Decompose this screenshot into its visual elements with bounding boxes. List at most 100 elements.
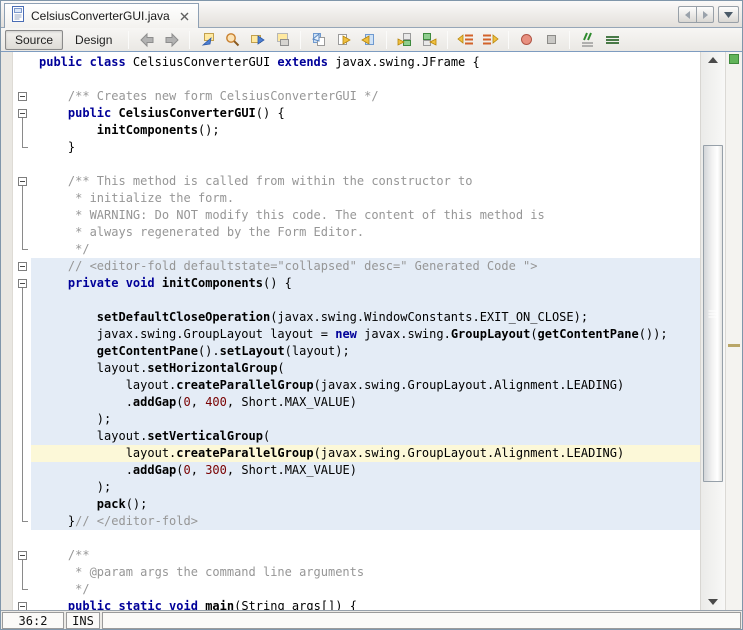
- find-selection-button[interactable]: [221, 29, 244, 50]
- code-token: new: [335, 327, 357, 341]
- code-line[interactable]: layout.setHorizontalGroup(: [31, 360, 700, 377]
- code-line[interactable]: [31, 71, 700, 88]
- comment-button[interactable]: [576, 29, 599, 50]
- code-line[interactable]: layout.createParallelGroup(javax.swing.G…: [31, 445, 700, 462]
- tab-scroll-right-button[interactable]: [696, 6, 714, 23]
- code-line[interactable]: pack();: [31, 496, 700, 513]
- code-line[interactable]: .addGap(0, 300, Short.MAX_VALUE): [31, 462, 700, 479]
- fold-collapse-box[interactable]: [18, 109, 27, 118]
- code-line[interactable]: );: [31, 411, 700, 428]
- scroll-down-button[interactable]: [701, 596, 725, 608]
- code-token: 0: [183, 463, 191, 477]
- vertical-scrollbar[interactable]: [700, 52, 725, 610]
- code-token: javax.swing.JFrame {: [328, 55, 480, 69]
- close-icon[interactable]: [180, 12, 189, 21]
- toolbar-separator: [508, 30, 510, 49]
- code-token: // <editor-fold defaultstate="collapsed"…: [39, 259, 538, 273]
- back-button[interactable]: [135, 29, 158, 50]
- code-editor[interactable]: public class CelsiusConverterGUI extends…: [31, 52, 700, 610]
- code-token: initComponents: [96, 123, 198, 137]
- tab-scroll-left-button[interactable]: [678, 6, 696, 23]
- previous-usage-button[interactable]: [418, 29, 441, 50]
- code-line[interactable]: initComponents();: [31, 122, 700, 139]
- glyph-gutter: [1, 52, 13, 610]
- code-line[interactable]: [31, 292, 700, 309]
- code-token: initComponents: [161, 276, 263, 290]
- source-button[interactable]: Source: [5, 29, 64, 50]
- toggle-highlight-search-button[interactable]: [271, 29, 294, 50]
- code-line[interactable]: public class CelsiusConverterGUI extends…: [31, 54, 700, 71]
- fold-collapse-box[interactable]: [18, 551, 27, 560]
- scroll-up-button[interactable]: [701, 54, 725, 66]
- code-line[interactable]: * @param args the command line arguments: [31, 564, 700, 581]
- code-token: , Short.MAX_VALUE): [226, 463, 357, 477]
- code-line[interactable]: * always regenerated by the Form Editor.: [31, 224, 700, 241]
- previous-bookmark-button[interactable]: [307, 29, 330, 50]
- code-line[interactable]: layout.setVerticalGroup(: [31, 428, 700, 445]
- last-edit-location-button[interactable]: [196, 29, 219, 50]
- code-line[interactable]: getContentPane().setLayout(layout);: [31, 343, 700, 360]
- code-line[interactable]: * WARNING: Do NOT modify this code. The …: [31, 207, 700, 224]
- toggle-highlight-search-icon: [277, 33, 290, 46]
- code-token: CelsiusConverterGUI: [118, 106, 256, 120]
- toggle-bookmark-button[interactable]: [357, 29, 380, 50]
- code-line[interactable]: /** Creates new form CelsiusConverterGUI…: [31, 88, 700, 105]
- left-arrow-icon: [684, 10, 690, 19]
- code-line[interactable]: * initialize the form.: [31, 190, 700, 207]
- code-line[interactable]: javax.swing.GroupLayout layout = new jav…: [31, 326, 700, 343]
- code-line[interactable]: }// </editor-fold>: [31, 513, 700, 530]
- start-macro-recording-button[interactable]: [515, 29, 538, 50]
- code-line[interactable]: */: [31, 241, 700, 258]
- code-line[interactable]: public CelsiusConverterGUI() {: [31, 105, 700, 122]
- stop-macro-recording-icon: [547, 35, 557, 44]
- forward-button[interactable]: [160, 29, 183, 50]
- tab-celsiusconvertergui[interactable]: CelsiusConverterGUI.java: [4, 3, 199, 28]
- fold-collapse-box[interactable]: [18, 279, 27, 288]
- code-token: (javax.swing.GroupLayout.Alignment.LEADI…: [313, 446, 625, 460]
- status-message-area: [102, 612, 741, 629]
- code-token: /**: [39, 548, 90, 562]
- code-line[interactable]: setDefaultCloseOperation(javax.swing.Win…: [31, 309, 700, 326]
- fold-line: [22, 411, 23, 428]
- code-line[interactable]: [31, 156, 700, 173]
- code-line[interactable]: [31, 530, 700, 547]
- fold-collapse-box[interactable]: [18, 602, 27, 610]
- code-lines: public class CelsiusConverterGUI extends…: [31, 54, 700, 610]
- code-token: * initialize the form.: [39, 191, 235, 205]
- fold-line: [22, 394, 23, 411]
- code-line[interactable]: );: [31, 479, 700, 496]
- code-token: );: [39, 480, 112, 494]
- shift-line-right-button[interactable]: [479, 29, 502, 50]
- uncomment-icon: [606, 36, 620, 44]
- find-next-occurrence-button[interactable]: [246, 29, 269, 50]
- fold-collapse-box[interactable]: [18, 92, 27, 101]
- code-line[interactable]: */: [31, 581, 700, 598]
- tab-list-button[interactable]: [718, 6, 739, 23]
- fold-collapse-box[interactable]: [18, 262, 27, 271]
- scrollbar-thumb[interactable]: [703, 145, 723, 482]
- code-line[interactable]: // <editor-fold defaultstate="collapsed"…: [31, 258, 700, 275]
- error-stripe[interactable]: [725, 52, 742, 610]
- code-line[interactable]: layout.createParallelGroup(javax.swing.G…: [31, 377, 700, 394]
- uncomment-button[interactable]: [601, 29, 624, 50]
- code-line[interactable]: /** This method is called from within th…: [31, 173, 700, 190]
- stop-macro-recording-button[interactable]: [540, 29, 563, 50]
- fold-line: [22, 462, 23, 479]
- shift-line-left-button[interactable]: [454, 29, 477, 50]
- fold-collapse-box[interactable]: [18, 177, 27, 186]
- code-token: createParallelGroup: [176, 378, 314, 392]
- code-line[interactable]: private void initComponents() {: [31, 275, 700, 292]
- fold-line: [22, 564, 23, 581]
- next-bookmark-button[interactable]: [332, 29, 355, 50]
- code-line[interactable]: .addGap(0, 400, Short.MAX_VALUE): [31, 394, 700, 411]
- design-button[interactable]: Design: [65, 30, 122, 50]
- next-bookmark-icon: [338, 34, 352, 45]
- code-token: addGap: [132, 395, 177, 409]
- code-line[interactable]: }: [31, 139, 700, 156]
- code-line[interactable]: /**: [31, 547, 700, 564]
- code-line[interactable]: public static void main(String args[]) {: [31, 598, 700, 610]
- next-usage-button[interactable]: [393, 29, 416, 50]
- code-token: extends: [277, 55, 328, 69]
